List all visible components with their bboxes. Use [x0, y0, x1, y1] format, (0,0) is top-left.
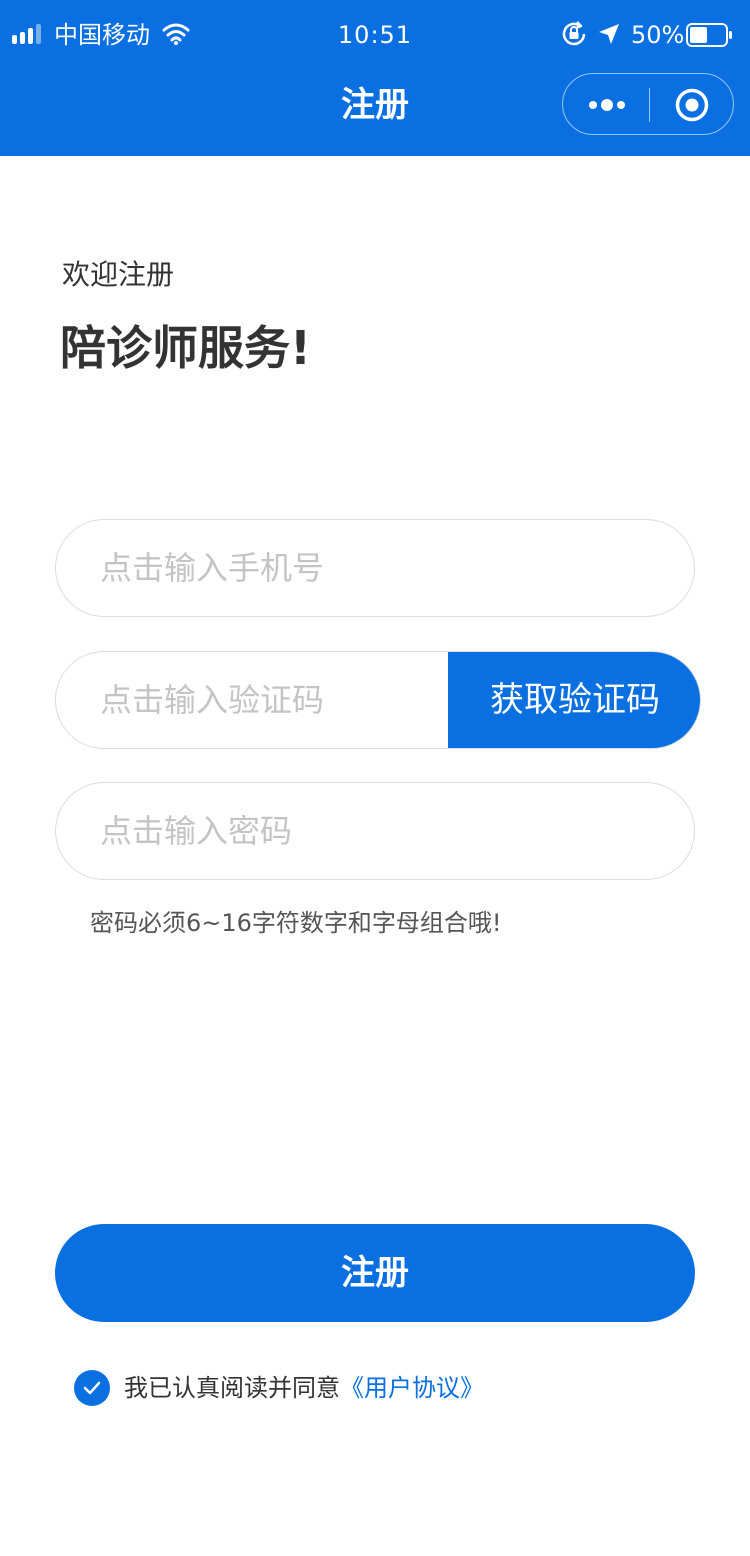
agree-checkbox[interactable]: [74, 1370, 110, 1406]
capsule-divider: [649, 88, 650, 122]
verification-code-field: 获取验证码: [55, 651, 701, 749]
mini-program-capsule: [562, 73, 734, 135]
checkmark-icon: [83, 1381, 101, 1395]
welcome-label: 欢迎注册: [62, 258, 175, 291]
header: 中国移动 10:51 50% 注册: [0, 0, 750, 156]
rotation-lock-icon: [562, 21, 586, 46]
phone-field: [55, 519, 695, 617]
user-agreement-link[interactable]: 《用户协议》: [340, 1370, 484, 1406]
battery-percent: 50%: [631, 21, 685, 49]
password-input[interactable]: [100, 783, 640, 879]
battery-icon: [686, 23, 732, 47]
get-code-button[interactable]: 获取验证码: [448, 652, 700, 748]
more-dots-icon[interactable]: [587, 95, 627, 115]
register-button[interactable]: 注册: [55, 1224, 695, 1322]
agreement-row: 我已认真阅读并同意 《用户协议》: [74, 1370, 484, 1406]
status-bar: 中国移动 10:51 50%: [0, 0, 750, 70]
password-field: [55, 782, 695, 880]
password-hint: 密码必须6~16字符数字和字母组合哦!: [90, 909, 502, 937]
welcome-title: 陪诊师服务!: [60, 321, 311, 375]
verification-code-input[interactable]: [100, 652, 440, 748]
agreement-text: 我已认真阅读并同意: [124, 1374, 340, 1402]
close-circle-icon[interactable]: [675, 88, 709, 122]
phone-input[interactable]: [100, 520, 640, 616]
location-arrow-icon: [599, 24, 619, 44]
